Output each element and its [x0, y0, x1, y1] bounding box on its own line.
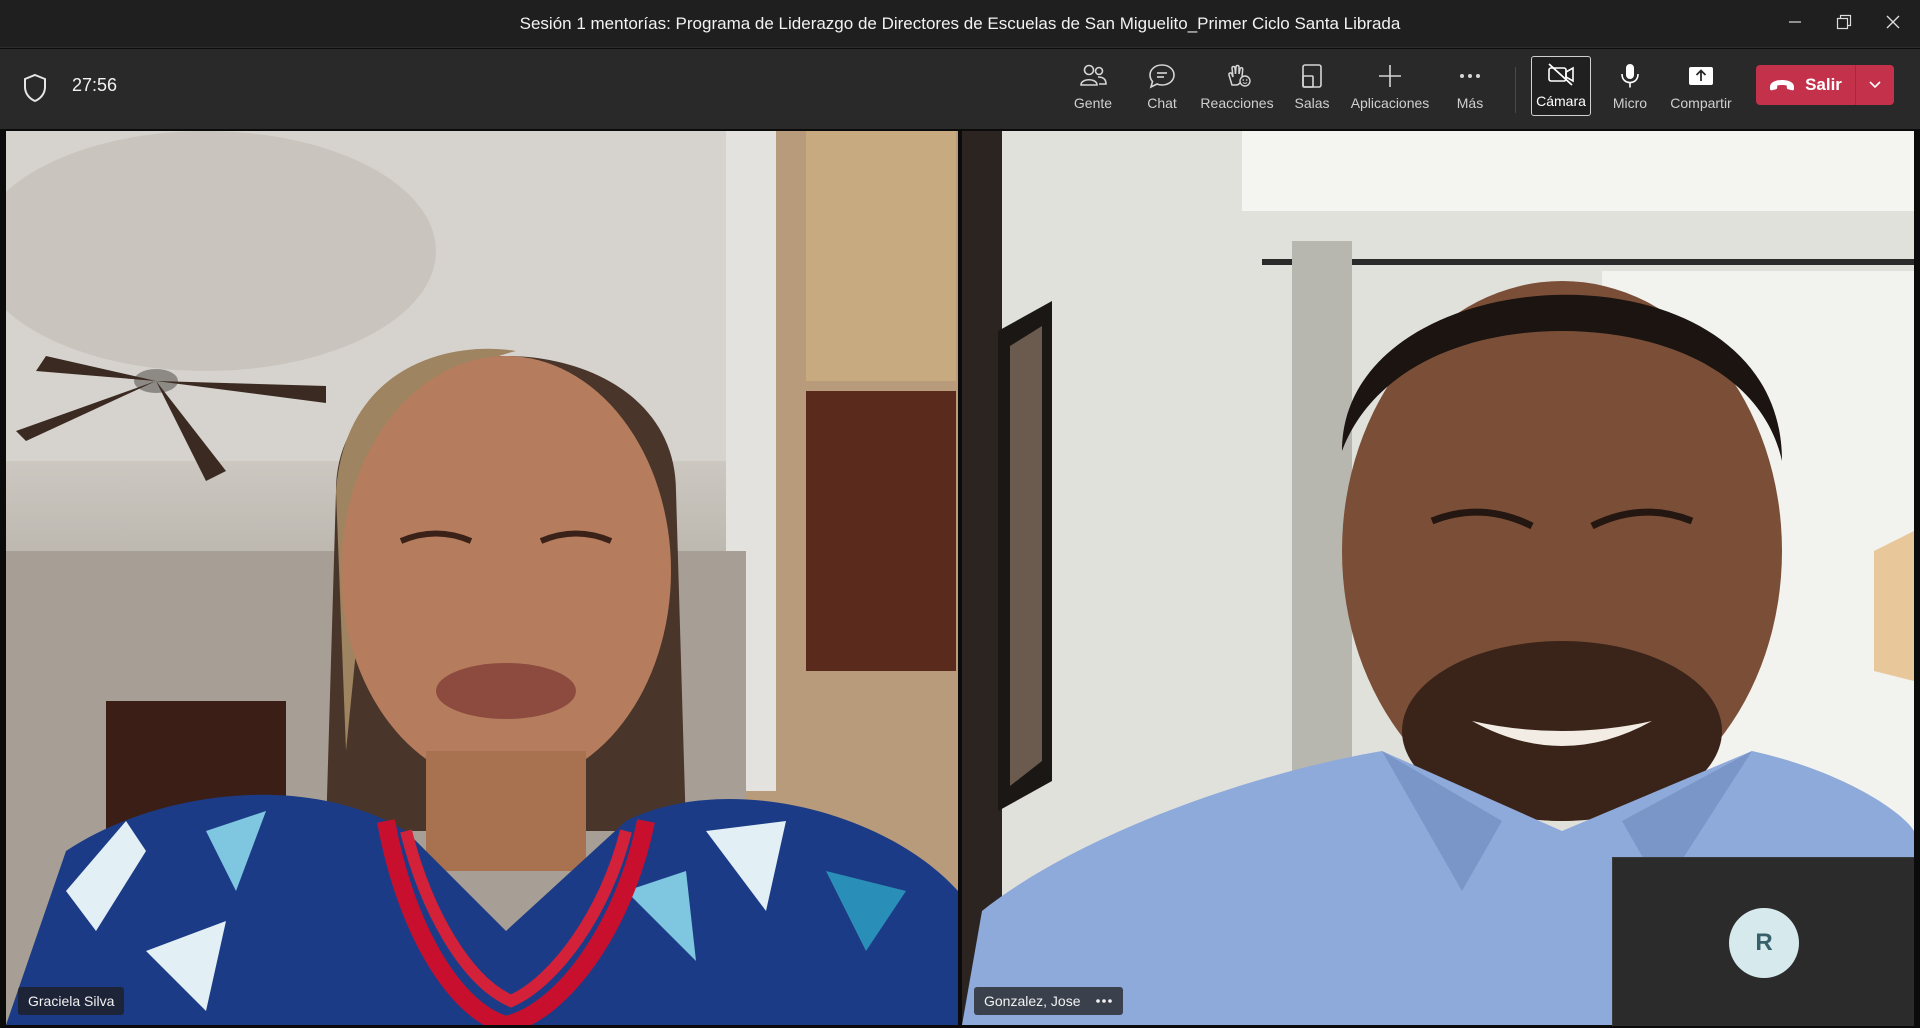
participant-name: Graciela Silva [28, 993, 115, 1009]
title-bar: Sesión 1 mentorías: Programa de Liderazg… [0, 0, 1920, 48]
participant-video-tile[interactable]: Graciela Silva [6, 131, 958, 1025]
reactions-button[interactable]: Reacciones [1200, 59, 1274, 121]
video-stage: Graciela Silva Gonzalez, Jose R [0, 129, 1920, 1028]
more-icon [1460, 74, 1480, 78]
participant-name-tag: Graciela Silva [18, 987, 125, 1015]
camera-button[interactable]: Cámara [1531, 56, 1591, 116]
shield-icon [24, 73, 46, 103]
avatar: R [1729, 908, 1799, 978]
leave-button[interactable]: Salir [1756, 65, 1856, 105]
chat-icon [1149, 64, 1175, 89]
phone-hangup-icon [1770, 80, 1795, 91]
meeting-timer: 27:56 [72, 75, 118, 95]
share-button[interactable]: Compartir [1666, 59, 1736, 121]
plus-icon [1379, 65, 1401, 87]
self-view-tile[interactable]: R [1612, 857, 1914, 1026]
leave-label: Salir [1805, 75, 1842, 94]
restore-icon[interactable] [1821, 0, 1867, 44]
people-label: Gente [1073, 95, 1113, 111]
reactions-label: Reacciones [1200, 95, 1274, 111]
rooms-icon [1302, 64, 1322, 88]
more-options-icon[interactable] [1095, 998, 1113, 1004]
apps-button[interactable]: Aplicaciones [1350, 59, 1430, 121]
reactions-icon [1228, 64, 1251, 87]
participant-video [6, 131, 958, 1025]
share-label: Compartir [1670, 95, 1732, 111]
rooms-label: Salas [1294, 95, 1330, 111]
leave-options-button[interactable] [1856, 65, 1894, 105]
camera-off-icon [1548, 63, 1574, 86]
share-icon [1689, 67, 1713, 85]
leave-button-group: Salir [1756, 65, 1894, 105]
chat-button[interactable]: Chat [1142, 59, 1182, 121]
meeting-toolbar: 27:56 Gente Chat Reacciones Salas Aplica… [0, 49, 1920, 129]
chat-label: Chat [1147, 95, 1177, 111]
participant-name: Gonzalez, Jose [984, 993, 1081, 1009]
people-icon [1080, 64, 1107, 86]
chevron-down-icon [1869, 81, 1881, 89]
close-icon[interactable] [1870, 0, 1916, 44]
people-button[interactable]: Gente [1066, 59, 1120, 121]
toolbar-divider [1515, 67, 1516, 113]
more-label: Más [1456, 95, 1484, 111]
mic-button[interactable]: Micro [1610, 59, 1650, 121]
mic-icon [1621, 64, 1639, 88]
rooms-button[interactable]: Salas [1292, 59, 1332, 121]
window-title: Sesión 1 mentorías: Programa de Liderazg… [519, 14, 1401, 33]
participant-name-tag: Gonzalez, Jose [974, 987, 1123, 1015]
apps-label: Aplicaciones [1350, 95, 1430, 111]
minimize-icon[interactable] [1772, 0, 1818, 44]
more-button[interactable]: Más [1450, 59, 1490, 121]
mic-label: Micro [1612, 95, 1648, 111]
camera-label: Cámara [1536, 93, 1586, 109]
